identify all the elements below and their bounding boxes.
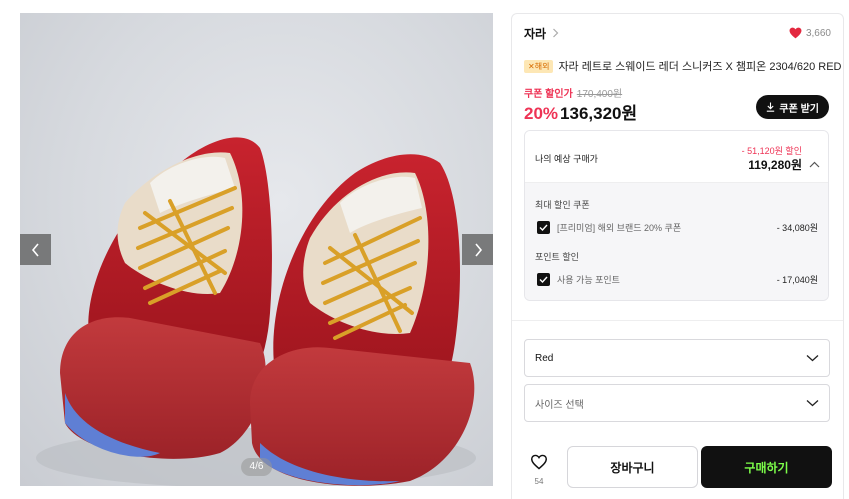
color-select-value: Red xyxy=(535,352,554,364)
check-icon xyxy=(539,224,548,231)
sale-price: 136,320원 xyxy=(560,104,638,123)
estimated-price-box: 나의 예상 구매가 - 51,120원 할인 119,280원 최대 할인 쿠폰… xyxy=(524,130,829,301)
section-divider xyxy=(512,320,843,321)
chevron-right-icon xyxy=(552,28,559,38)
product-image-gallery: 4/6 xyxy=(20,13,493,486)
wishlist-count: 54 xyxy=(534,477,544,486)
get-coupon-label: 쿠폰 받기 xyxy=(779,103,819,115)
product-title: 자라 레트로 스웨이드 레더 스니커즈 X 챔피온 2304/620 RED xyxy=(558,61,842,73)
buy-now-button[interactable]: 구매하기 xyxy=(701,446,832,488)
product-image xyxy=(36,137,476,486)
chevron-up-icon xyxy=(809,155,820,173)
product-title-row: ✕해외 자라 레트로 스웨이드 레더 스니커즈 X 챔피온 2304/620 R… xyxy=(524,58,842,74)
heart-icon xyxy=(789,27,802,39)
original-price: 170,400원 xyxy=(576,89,623,100)
coupon-amount: - 34,080원 xyxy=(776,222,818,233)
heart-outline-icon xyxy=(530,454,548,470)
point-amount: - 17,040원 xyxy=(776,274,818,285)
coupon-price-label: 쿠폰 할인가 xyxy=(524,89,573,100)
check-icon xyxy=(539,276,548,283)
point-discount-title: 포인트 할인 xyxy=(535,252,579,262)
add-to-cart-button[interactable]: 장바구니 xyxy=(567,446,698,488)
coupon-price-line: 쿠폰 할인가 170,400원 xyxy=(524,85,622,100)
chevron-right-icon xyxy=(474,242,482,257)
chevron-down-icon xyxy=(806,354,819,362)
point-checkbox[interactable] xyxy=(537,272,550,286)
coupon-name: [프리미엄] 해외 브랜드 20% 쿠폰 xyxy=(557,222,682,233)
chevron-left-icon xyxy=(31,242,39,257)
next-image-button[interactable] xyxy=(462,234,493,265)
wishlist-button[interactable]: 54 xyxy=(526,454,552,486)
discount-percent: 20% xyxy=(524,104,559,123)
prev-image-button[interactable] xyxy=(20,234,51,265)
like-count-value: 3,660 xyxy=(805,27,831,39)
sale-price-line: 20% 136,320원 xyxy=(524,99,637,124)
get-coupon-button[interactable]: 쿠폰 받기 xyxy=(756,95,829,119)
point-row: 사용 가능 포인트 - 17,040원 xyxy=(537,272,818,286)
like-count[interactable]: 3,660 xyxy=(789,27,831,39)
size-select-placeholder: 사이즈 선택 xyxy=(535,399,584,411)
chevron-down-icon xyxy=(806,399,819,407)
estimated-price: 119,280원 xyxy=(748,158,802,172)
download-icon xyxy=(767,102,775,112)
estimated-price-toggle[interactable]: 나의 예상 구매가 - 51,120원 할인 119,280원 xyxy=(525,131,828,183)
product-info-panel: 자라 3,660 ✕해외 자라 레트로 스웨이드 레더 스니커즈 X 챔피온 2… xyxy=(511,13,844,499)
brand-row: 자라 3,660 xyxy=(524,24,831,42)
estimated-price-details: 최대 할인 쿠폰 [프리미엄] 해외 브랜드 20% 쿠폰 - 34,080원 … xyxy=(525,183,828,300)
image-counter: 4/6 xyxy=(240,458,273,476)
brand-link[interactable]: 자라 xyxy=(524,25,546,42)
point-name: 사용 가능 포인트 xyxy=(557,274,620,285)
max-coupon-title: 최대 할인 쿠폰 xyxy=(535,200,590,210)
coupon-row: [프리미엄] 해외 브랜드 20% 쿠폰 - 34,080원 xyxy=(537,220,818,234)
size-select[interactable]: 사이즈 선택 xyxy=(524,384,830,422)
estimated-price-label: 나의 예상 구매가 xyxy=(535,154,598,164)
color-select[interactable]: Red xyxy=(524,339,830,377)
overseas-badge: ✕해외 xyxy=(524,59,554,73)
coupon-checkbox[interactable] xyxy=(537,220,550,234)
